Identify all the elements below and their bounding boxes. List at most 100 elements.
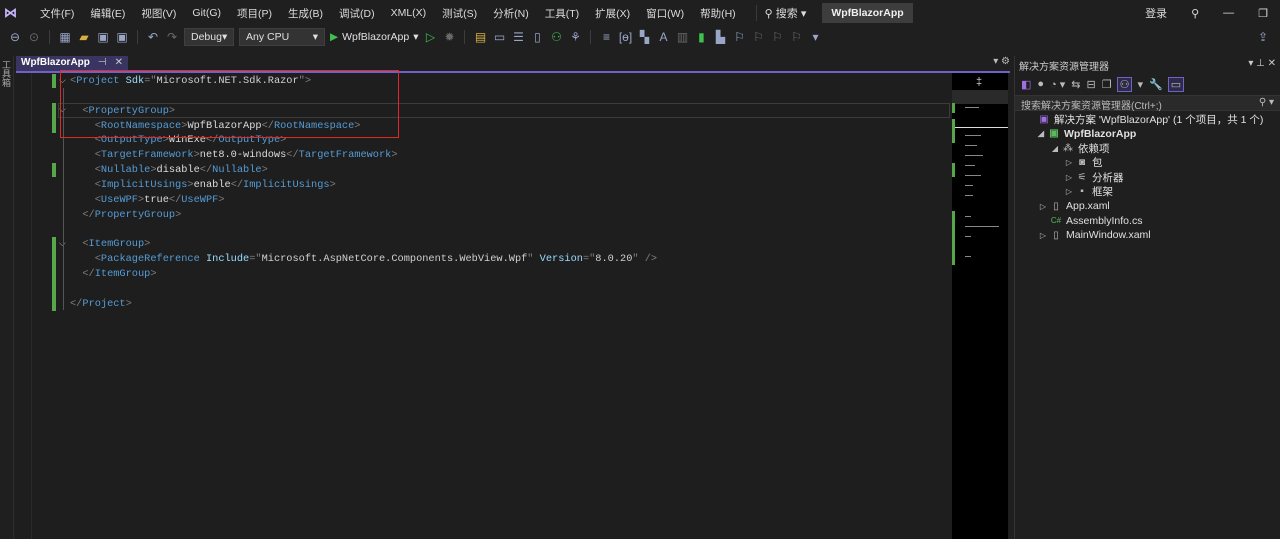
bookmark-icon[interactable]: ⚐ (732, 30, 746, 44)
restore-button[interactable]: ❐ (1246, 7, 1280, 20)
menu-help[interactable]: 帮助(H) (692, 6, 744, 21)
format-icon[interactable]: ≡ (599, 30, 613, 44)
split-icon[interactable]: ‡ (976, 76, 982, 88)
preview-icon[interactable]: ▭ (1167, 76, 1185, 92)
login-button[interactable]: 登录 (1133, 5, 1179, 21)
code-line[interactable]: </ItemGroup> (70, 267, 156, 282)
navigate-icon[interactable]: ▙ (713, 30, 727, 44)
switch-views-icon[interactable]: ◧ (1021, 78, 1031, 91)
menu-file[interactable]: 文件(F) (32, 6, 82, 21)
pin-icon[interactable]: ⊣ (98, 57, 107, 70)
menu-test[interactable]: 测试(S) (434, 6, 485, 21)
menu-analyze[interactable]: 分析(N) (485, 6, 537, 21)
analyzer-icon: ⚟ (1077, 171, 1087, 183)
forward-icon[interactable]: ⊙ (27, 30, 41, 44)
document-icon[interactable]: ▯ (530, 30, 544, 44)
panel-header: 解决方案资源管理器 ▾ ⊥ ✕ (1015, 56, 1280, 73)
menu-project[interactable]: 项目(P) (229, 6, 280, 21)
properties-icon[interactable]: 🔧 (1149, 78, 1163, 91)
open-folder-icon[interactable]: ▰ (77, 30, 91, 44)
tab-options-icon[interactable]: ▾ ⚙ (993, 56, 1010, 67)
prev-bookmark-icon[interactable]: ⚐ (751, 30, 765, 44)
hot-reload-icon[interactable]: ✹ (442, 30, 456, 44)
menu-edit[interactable]: 编辑(E) (82, 6, 133, 21)
account-icon[interactable]: ⚲ (1179, 7, 1211, 20)
minimap-scrollbar[interactable]: ‡ (952, 73, 1008, 539)
add-icon[interactable]: ▮ (694, 30, 708, 44)
show-all-files-icon[interactable]: ❐ (1102, 78, 1112, 91)
sync-with-document-icon[interactable]: ⇆ (1071, 78, 1080, 91)
toolbar-overflow-icon[interactable]: ▾ (808, 30, 822, 44)
font-icon[interactable]: A (656, 30, 670, 44)
menu-build[interactable]: 生成(B) (280, 6, 331, 21)
close-icon[interactable]: ✕ (115, 57, 123, 70)
hierarchy-icon[interactable]: ⚘ (568, 30, 582, 44)
menu-extensions[interactable]: 扩展(X) (587, 6, 638, 21)
start-without-debugging-icon[interactable]: ▷ (423, 30, 437, 44)
history-icon[interactable]: ◔ ▾ (1050, 78, 1065, 91)
minimize-button[interactable]: — (1211, 7, 1246, 19)
code-line[interactable]: </Project> (70, 297, 132, 312)
diagram-icon[interactable]: ⚇ (549, 30, 563, 44)
outline-icon[interactable]: ☰ (511, 30, 525, 44)
code-token: </ (286, 149, 299, 162)
tree-item[interactable]: ◢ ⁂ 依赖项 (1015, 141, 1280, 156)
menu-xml[interactable]: XML(X) (383, 7, 435, 19)
tree-item[interactable]: ▣ 解决方案 'WpfBlazorApp' (1 个项目，共 1 个) (1015, 112, 1280, 127)
browse-icon[interactable]: ▤ (473, 30, 487, 44)
search-icon: ⚲ ▾ (1258, 97, 1274, 108)
tree-item[interactable]: C# AssemblyInfo.cs (1015, 214, 1280, 229)
code-line[interactable]: <ImplicitUsings>enable</ImplicitUsings> (70, 178, 336, 193)
sync-icon[interactable]: ● (1037, 78, 1044, 90)
tab-wpfblazorapp[interactable]: WpfBlazorApp ⊣ ✕ (16, 56, 128, 71)
clear-bookmarks-icon[interactable]: ⚐ (789, 30, 803, 44)
tree-item-label: AssemblyInfo.cs (1066, 214, 1143, 227)
filter-dropdown-icon[interactable]: ▾ (1137, 78, 1143, 91)
undo-icon[interactable]: ↶ (146, 30, 160, 44)
expand-arrow-icon[interactable]: ◢ (1049, 144, 1061, 153)
start-debugging-button[interactable]: ▶ WpfBlazorApp ▾ (330, 31, 418, 43)
save-all-icon[interactable]: ▣ (115, 30, 129, 44)
tree-item[interactable]: ◢ ▣ WpfBlazorApp (1015, 127, 1280, 142)
menu-debug[interactable]: 调试(D) (331, 6, 383, 21)
expand-arrow-icon[interactable]: ▷ (1063, 173, 1075, 182)
snippet-icon[interactable]: [ɵ] (618, 30, 632, 44)
new-project-icon[interactable]: ▦ (58, 30, 72, 44)
expand-arrow-icon[interactable]: ◢ (1035, 129, 1047, 138)
code-line[interactable]: <Nullable>disable</Nullable> (70, 163, 268, 178)
platform-dropdown[interactable]: Any CPU ▾ (239, 28, 325, 46)
expand-arrow-icon[interactable]: ▷ (1037, 202, 1049, 211)
collapse-all-icon[interactable]: ⊟ (1087, 78, 1096, 91)
window-layout-icon[interactable]: ▭ (492, 30, 506, 44)
tree-item[interactable]: ▷ ▯ App.xaml (1015, 199, 1280, 214)
comment-icon[interactable]: ▚ (637, 30, 651, 44)
toolbox-tab[interactable]: 工具箱 (0, 56, 14, 539)
expand-arrow-icon[interactable]: ▷ (1037, 231, 1049, 240)
expand-arrow-icon[interactable]: ▷ (1063, 158, 1075, 167)
code-line[interactable]: </PropertyGroup> (70, 208, 181, 223)
solution-search-input[interactable]: 搜索解决方案资源管理器(Ctrl+;) ⚲ ▾ (1015, 95, 1280, 112)
tree-item[interactable]: ▷ ▪ 框架 (1015, 185, 1280, 200)
next-bookmark-icon[interactable]: ⚐ (770, 30, 784, 44)
code-line[interactable]: <TargetFramework>net8.0-windows</TargetF… (70, 148, 398, 163)
tree-item[interactable]: ▷ ⚟ 分析器 (1015, 170, 1280, 185)
filter-icon[interactable]: ⚇ (1116, 76, 1133, 92)
search-button[interactable]: ⚲ 搜索 ▾ (755, 5, 815, 21)
code-line[interactable]: <ItemGroup> (70, 237, 150, 252)
save-icon[interactable]: ▣ (96, 30, 110, 44)
configuration-dropdown[interactable]: Debug ▾ (184, 28, 234, 46)
tree-item[interactable]: ▷ ◙ 包 (1015, 156, 1280, 171)
back-icon[interactable]: ⊖ (8, 30, 22, 44)
tree-item[interactable]: ▷ ▯ MainWindow.xaml (1015, 228, 1280, 243)
menu-git[interactable]: Git(G) (184, 7, 229, 19)
code-line[interactable]: <UseWPF>true</UseWPF> (70, 193, 225, 208)
menu-window[interactable]: 窗口(W) (638, 6, 692, 21)
panel-controls[interactable]: ▾ ⊥ ✕ (1248, 58, 1276, 71)
code-line[interactable]: <PackageReference Include="Microsoft.Asp… (70, 252, 657, 267)
indent-icon[interactable]: ▥ (675, 30, 689, 44)
redo-icon[interactable]: ↷ (165, 30, 179, 44)
expand-arrow-icon[interactable]: ▷ (1063, 187, 1075, 196)
menu-tools[interactable]: 工具(T) (537, 6, 587, 21)
menu-view[interactable]: 视图(V) (133, 6, 184, 21)
share-icon[interactable]: ⇪ (1256, 30, 1270, 44)
